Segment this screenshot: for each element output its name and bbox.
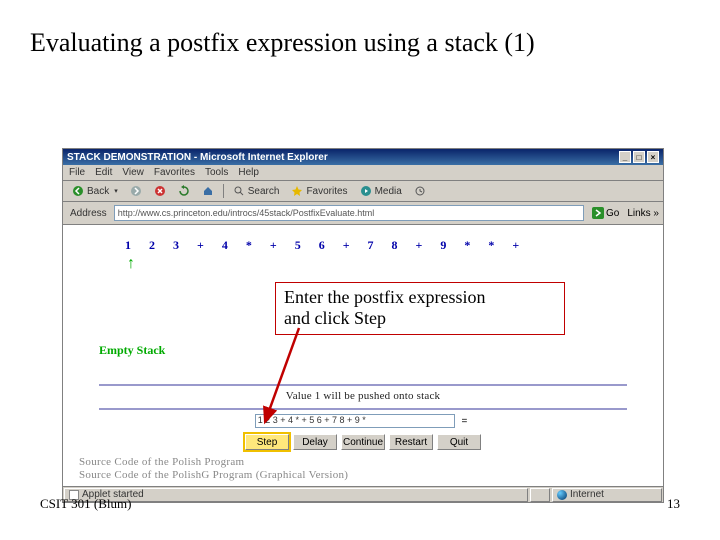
history-button[interactable] (411, 184, 429, 198)
token: + (512, 238, 519, 253)
media-button[interactable]: Media (357, 184, 405, 198)
source-links: Source Code of the Polish Program Source… (79, 456, 655, 482)
search-button[interactable]: Search (230, 184, 283, 198)
go-button[interactable]: Go (588, 207, 623, 219)
slide-title: Evaluating a postfix expression using a … (0, 0, 720, 68)
status-message-cell: Applet started (64, 488, 528, 502)
stack-label: Empty Stack (99, 343, 655, 358)
address-bar: Address http://www.cs.princeton.edu/intr… (63, 202, 663, 225)
go-icon (592, 207, 604, 219)
source-link[interactable]: Source Code of the PolishG Program (Grap… (79, 469, 655, 482)
token: + (343, 238, 350, 253)
page-content: 1 2 3 + 4 * + 5 6 + 7 8 + 9 * * + ↑ Ente… (63, 225, 663, 486)
token: 1 (125, 238, 131, 253)
menu-view[interactable]: View (122, 167, 144, 178)
divider (99, 384, 627, 386)
history-icon (414, 185, 426, 197)
restart-button[interactable]: Restart (389, 434, 433, 450)
token-pointer: ↑ (127, 255, 655, 273)
internet-icon (557, 490, 567, 500)
maximize-button[interactable]: □ (633, 151, 645, 163)
title-bar: STACK DEMONSTRATION - Microsoft Internet… (63, 149, 663, 165)
status-bar: Applet started Internet (63, 486, 663, 502)
token: * (464, 238, 470, 253)
button-row: Step Delay Continue Restart Quit (71, 434, 655, 450)
browser-window: STACK DEMONSTRATION - Microsoft Internet… (62, 148, 664, 503)
menu-favorites[interactable]: Favorites (154, 167, 195, 178)
back-button[interactable]: Back▾ (69, 184, 121, 198)
status-empty (530, 488, 550, 502)
delay-button[interactable]: Delay (293, 434, 337, 450)
postfix-tokens: 1 2 3 + 4 * + 5 6 + 7 8 + 9 * * + (125, 238, 655, 253)
token: + (197, 238, 204, 253)
menu-edit[interactable]: Edit (95, 167, 112, 178)
stop-icon (154, 185, 166, 197)
close-button[interactable]: × (647, 151, 659, 163)
callout-line: and click Step (284, 308, 556, 329)
equals-label: = (461, 416, 467, 427)
forward-button[interactable] (127, 184, 145, 198)
media-icon (360, 185, 372, 197)
favorites-button[interactable]: Favorites (288, 184, 350, 198)
control-area: Value 1 will be pushed onto stack 1 2 3 … (71, 384, 655, 450)
menu-file[interactable]: File (69, 167, 85, 178)
token: * (488, 238, 494, 253)
footer-right: 13 (667, 496, 680, 512)
back-icon (72, 185, 84, 197)
home-icon (202, 185, 214, 197)
source-link[interactable]: Source Code of the Polish Program (79, 456, 655, 469)
refresh-icon (178, 185, 190, 197)
status-zone: Internet (552, 488, 662, 502)
refresh-button[interactable] (175, 184, 193, 198)
token: 5 (295, 238, 301, 253)
minimize-button[interactable]: _ (619, 151, 631, 163)
menu-help[interactable]: Help (238, 167, 259, 178)
divider (99, 408, 627, 410)
star-icon (291, 185, 303, 197)
token: 2 (149, 238, 155, 253)
quit-button[interactable]: Quit (437, 434, 481, 450)
forward-icon (130, 185, 142, 197)
continue-button[interactable]: Continue (341, 434, 385, 450)
token: * (246, 238, 252, 253)
window-title: STACK DEMONSTRATION - Microsoft Internet… (67, 152, 328, 163)
token: 3 (173, 238, 179, 253)
home-button[interactable] (199, 184, 217, 198)
toolbar: Back▾ Search Favorites Media (63, 181, 663, 202)
token: 9 (440, 238, 446, 253)
stop-button[interactable] (151, 184, 169, 198)
menu-tools[interactable]: Tools (205, 167, 228, 178)
step-button[interactable]: Step (245, 434, 289, 450)
address-label: Address (67, 208, 110, 219)
callout-arrow-icon (259, 322, 319, 432)
callout-line: Enter the postfix expression (284, 287, 556, 308)
token: 6 (319, 238, 325, 253)
footer-left: CSIT 301 (Blum) (40, 496, 132, 512)
search-icon (233, 185, 245, 197)
token: 4 (222, 238, 228, 253)
links-label[interactable]: Links » (627, 208, 659, 219)
address-input[interactable]: http://www.cs.princeton.edu/introcs/45st… (114, 205, 584, 221)
token: 8 (392, 238, 398, 253)
menu-bar: File Edit View Favorites Tools Help (63, 165, 663, 181)
token: + (270, 238, 277, 253)
token: 7 (368, 238, 374, 253)
status-message: Value 1 will be pushed onto stack (71, 390, 655, 402)
token: + (416, 238, 423, 253)
